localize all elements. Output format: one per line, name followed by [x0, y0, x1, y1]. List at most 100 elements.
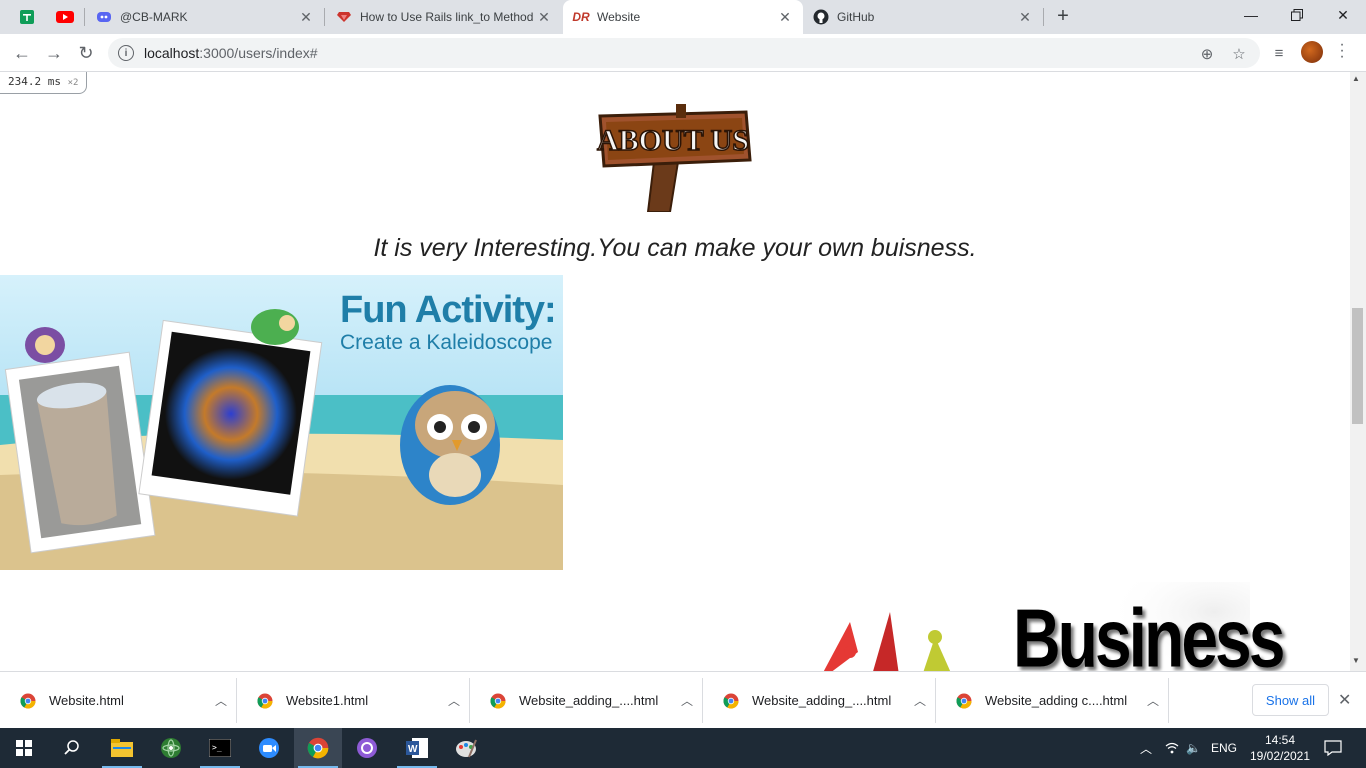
svg-text:W: W: [408, 744, 418, 755]
back-button[interactable]: ←: [8, 39, 36, 67]
chevron-up-icon[interactable]: ︿: [672, 692, 702, 709]
about-us-sign: ABOUT US: [596, 104, 752, 213]
chrome-icon: [490, 693, 506, 709]
scroll-up-arrow[interactable]: ▲: [1352, 74, 1360, 83]
tab-separator: [84, 8, 85, 26]
address-bar[interactable]: i localhost:3000/users/index# ⊕ ☆: [108, 38, 1260, 68]
arrow-right-icon: →: [45, 42, 63, 63]
taskbar-zoom[interactable]: [245, 728, 293, 768]
restore-button[interactable]: [1274, 0, 1320, 30]
close-icon[interactable]: ✕: [536, 9, 552, 25]
url-path: :3000/users/index#: [199, 45, 318, 61]
profile-avatar[interactable]: [1301, 41, 1323, 63]
page-viewport: 234.2 ms ×2 ABOUT US It is very Interest…: [0, 72, 1350, 671]
perf-value: 234.2: [8, 75, 42, 88]
tab-separator: [324, 8, 325, 26]
taskbar-github-desktop[interactable]: [343, 728, 391, 768]
pinned-tab-youtube[interactable]: [51, 5, 79, 29]
taskbar-file-explorer[interactable]: [98, 728, 146, 768]
google-sheets-icon: [20, 10, 34, 24]
download-bar: Website.html ︿ Website1.html ︿ Website_a…: [0, 671, 1366, 728]
taskbar-paint[interactable]: [442, 728, 490, 768]
file-explorer-icon: [111, 739, 133, 757]
tab-website[interactable]: DR Website ✕: [563, 0, 803, 34]
chevron-up-icon[interactable]: ︿: [1138, 692, 1168, 709]
close-icon[interactable]: ✕: [1338, 690, 1351, 710]
close-icon[interactable]: ✕: [298, 9, 314, 25]
media-control-icon[interactable]: ≡: [1270, 44, 1288, 62]
download-filename: Website_adding_....html: [519, 693, 659, 708]
tab-github[interactable]: GitHub ✕: [803, 0, 1043, 34]
zoom-icon: [259, 738, 279, 758]
download-filename: Website_adding c....html: [985, 693, 1128, 708]
new-tab-button[interactable]: +: [1052, 6, 1074, 28]
minimize-button[interactable]: —: [1228, 0, 1274, 30]
github-desktop-icon: [357, 738, 377, 758]
chrome-icon: [257, 693, 273, 709]
browser-toolbar: ← → ↻ i localhost:3000/users/index# ⊕ ☆ …: [0, 34, 1366, 72]
banner-subtitle: Create a Kaleidoscope: [340, 331, 553, 354]
url-host: localhost: [144, 45, 200, 61]
tagline: It is very Interesting.You can make your…: [373, 234, 977, 262]
download-item[interactable]: Website_adding c....html ︿: [936, 678, 1169, 723]
download-filename: Website_adding_....html: [752, 693, 892, 708]
youtube-icon: [56, 11, 74, 23]
sign-text: ABOUT US: [597, 124, 749, 157]
svg-text:>_: >_: [212, 743, 222, 752]
forward-button[interactable]: →: [40, 39, 68, 67]
info-icon[interactable]: i: [118, 45, 134, 61]
arrow-left-icon: ←: [13, 42, 31, 63]
close-icon[interactable]: ✕: [777, 9, 793, 25]
clock-time: 14:54: [1264, 733, 1296, 747]
chrome-icon: [307, 737, 329, 759]
close-window-button[interactable]: ✕: [1320, 0, 1366, 30]
star-icon[interactable]: ☆: [1230, 45, 1248, 63]
language-indicator[interactable]: ENG: [1211, 728, 1237, 768]
scrollbar-thumb[interactable]: [1352, 308, 1363, 424]
taskbar-chrome[interactable]: [294, 728, 342, 768]
tab-discord[interactable]: @CB-MARK ✕: [86, 0, 324, 34]
volume-icon[interactable]: 🔈: [1186, 728, 1201, 768]
fun-activity-banner[interactable]: Fun Activity: Create a Kaleidoscope: [0, 275, 563, 570]
restore-icon: [1291, 9, 1303, 21]
pinned-tab-sheets[interactable]: [13, 5, 41, 29]
system-clock[interactable]: 14:54 19/02/2021: [1245, 732, 1315, 764]
tab-rails-link-to[interactable]: How to Use Rails link_to Method ✕: [326, 0, 562, 34]
show-all-button[interactable]: Show all: [1252, 684, 1329, 716]
chrome-icon: [723, 693, 739, 709]
reload-icon: ↻: [78, 42, 94, 63]
url-text: localhost:3000/users/index#: [144, 45, 318, 61]
tab-strip: @CB-MARK ✕ How to Use Rails link_to Meth…: [0, 0, 1366, 34]
atom-icon: [161, 738, 181, 758]
taskbar-terminal[interactable]: >_: [196, 728, 244, 768]
business-heading: Business: [1013, 591, 1285, 671]
menu-icon[interactable]: · · ·: [1336, 37, 1348, 65]
chevron-up-icon[interactable]: ︿: [905, 692, 935, 709]
perf-badge[interactable]: 234.2 ms ×2: [0, 72, 88, 94]
close-icon[interactable]: ✕: [1017, 9, 1033, 25]
download-filename: Website1.html: [286, 693, 369, 708]
show-hidden-icons[interactable]: ︿: [1140, 728, 1152, 768]
download-item[interactable]: Website_adding_....html ︿: [703, 678, 936, 723]
chrome-icon: [20, 693, 36, 709]
chevron-up-icon[interactable]: ︿: [206, 692, 236, 709]
wifi-icon[interactable]: [1165, 728, 1179, 768]
start-icon: [16, 740, 32, 756]
chevron-up-icon[interactable]: ︿: [439, 692, 469, 709]
taskbar-atom[interactable]: [147, 728, 195, 768]
windows-taskbar: >_ W ︿ 🔈 ENG 14:54 19/02/2021: [0, 728, 1366, 768]
download-item[interactable]: Website_adding_....html ︿: [470, 678, 703, 723]
scroll-down-arrow[interactable]: ▼: [1352, 656, 1360, 665]
download-item[interactable]: Website1.html ︿: [237, 678, 470, 723]
search-button[interactable]: [48, 728, 96, 768]
reload-button[interactable]: ↻: [72, 39, 100, 67]
zoom-icon[interactable]: ⊕: [1198, 45, 1216, 63]
clock-date: 19/02/2021: [1249, 749, 1311, 763]
perf-unit: ms: [47, 75, 61, 88]
dr-logo-icon: DR: [572, 10, 590, 24]
terminal-icon: >_: [209, 739, 231, 757]
download-item[interactable]: Website.html ︿: [0, 678, 237, 723]
start-button[interactable]: [0, 728, 48, 768]
taskbar-word[interactable]: W: [393, 728, 441, 768]
action-center-icon[interactable]: [1324, 728, 1342, 768]
